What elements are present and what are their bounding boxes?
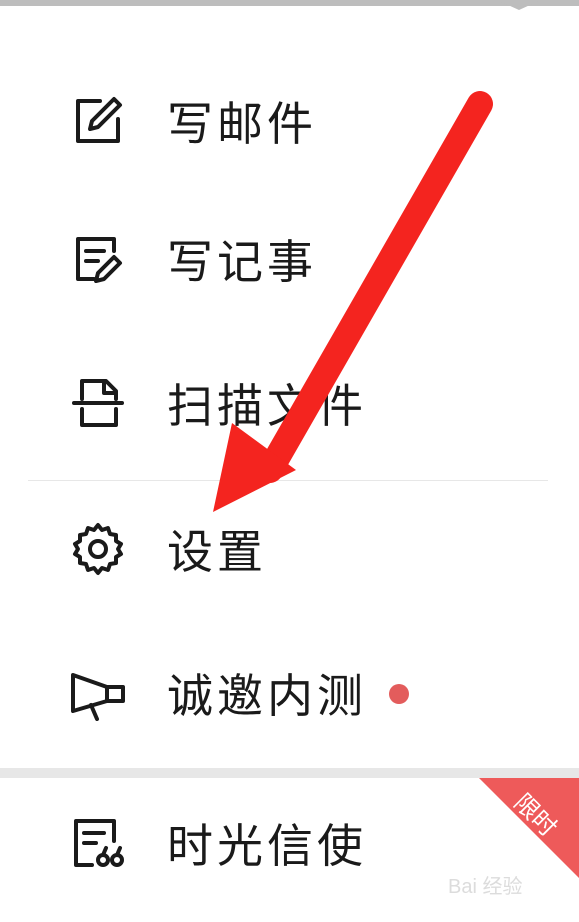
- menu-item-label: 写邮件: [167, 97, 317, 151]
- menu-item-beta-invite[interactable]: 诚邀内测: [0, 638, 579, 748]
- menu-item-label: 写记事: [167, 235, 317, 289]
- compose-mail-icon: [68, 91, 128, 151]
- limited-time-badge: 限时: [479, 778, 579, 878]
- menu-item-scan-document[interactable]: 扫描文件: [0, 348, 579, 458]
- menu-item-label: 扫描文件: [167, 379, 367, 433]
- menu-item-label: 时光信使: [167, 819, 367, 873]
- menu-item-label: 诚邀内测: [167, 669, 367, 723]
- menu-item-compose-note[interactable]: 写记事: [0, 204, 579, 314]
- scan-document-icon: [68, 373, 128, 433]
- top-strip: [0, 0, 579, 6]
- popup-pointer: [497, 0, 541, 10]
- menu-item-settings[interactable]: 设置: [0, 494, 579, 604]
- compose-note-icon: [68, 229, 128, 289]
- gear-icon: [68, 519, 128, 579]
- watermark: Bai 经验: [448, 876, 523, 898]
- menu-item-label: 设置: [167, 525, 267, 579]
- section-gap: [0, 768, 579, 778]
- menu-item-compose-mail[interactable]: 写邮件: [0, 66, 579, 176]
- notification-dot: [389, 684, 409, 704]
- popup-menu: 写邮件 写记事 扫描文件 设置 诚邀内测 时光信使 限时 Bai 经验: [0, 0, 579, 922]
- menu-divider: [28, 480, 548, 481]
- time-letter-icon: [68, 813, 128, 873]
- megaphone-icon: [68, 663, 128, 723]
